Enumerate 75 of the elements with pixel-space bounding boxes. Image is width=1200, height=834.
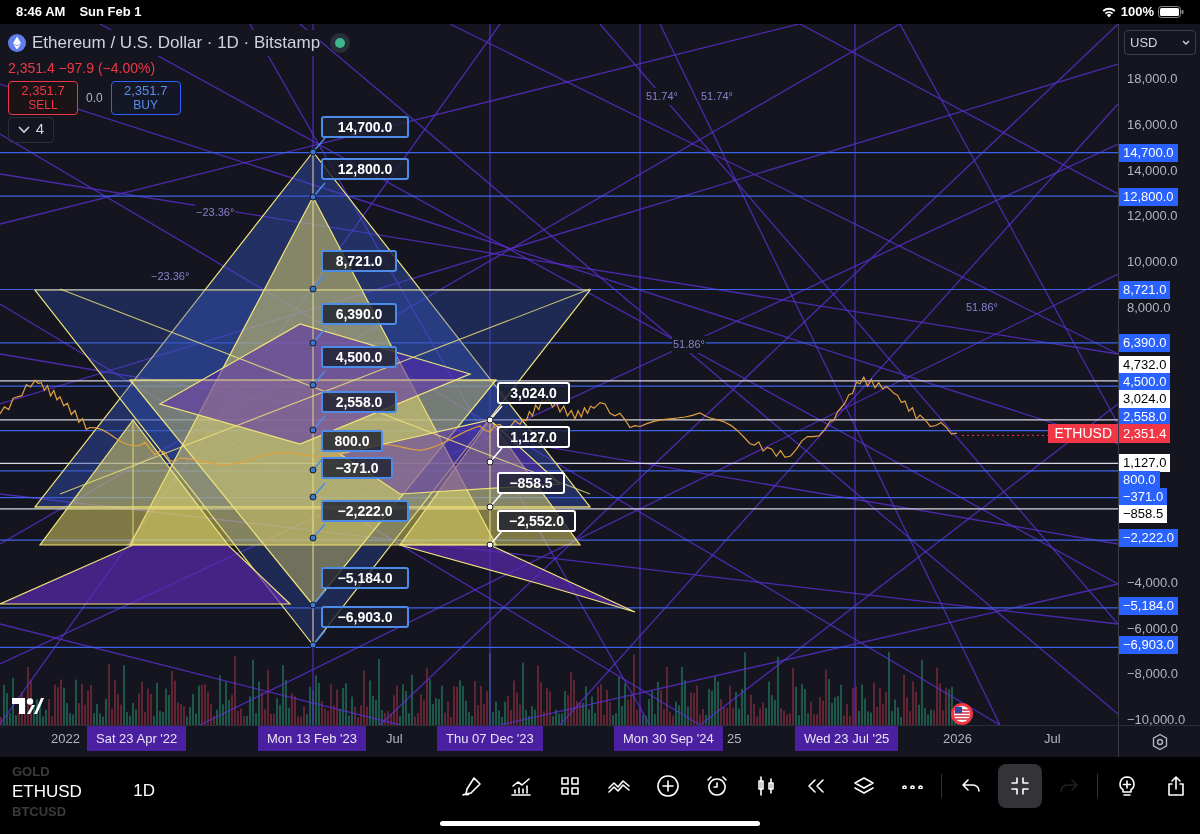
indicators-toggle[interactable]: 4 — [8, 116, 54, 143]
price-axis-label: 12,000.0 — [1127, 207, 1178, 226]
last-price-badge: 2,351.4 — [1119, 424, 1171, 443]
price-level-badge: 800.0 — [1119, 471, 1160, 489]
date-label: Mon 13 Feb '23 — [258, 726, 366, 751]
wifi-icon — [1100, 6, 1117, 18]
price-callout: 800.0 — [321, 430, 383, 452]
battery-percent: 100% — [1120, 3, 1154, 22]
buy-button[interactable]: 2,351.7 BUY — [110, 80, 181, 115]
price-callout: 4,500.0 — [321, 346, 397, 368]
symbol-picker-item[interactable]: ETHUSD — [12, 781, 82, 803]
date-label: Wed 23 Jul '25 — [795, 726, 899, 751]
price-callout: −858.5 — [497, 472, 565, 494]
price-level-badge: 12,800.0 — [1119, 188, 1178, 206]
price-level-badge: −371.0 — [1119, 488, 1168, 506]
chevron-icon — [17, 125, 30, 134]
angle-label: 51.74° — [645, 88, 679, 105]
price-level-badge: −5,184.0 — [1119, 597, 1178, 615]
date-label: Thu 07 Dec '23 — [437, 726, 543, 751]
interval-button[interactable]: 1D — [133, 778, 155, 804]
price-callout: 8,721.0 — [321, 250, 397, 272]
price-level-badge: 1,127.0 — [1119, 454, 1171, 472]
settings-icon[interactable] — [1150, 732, 1169, 751]
price-axis-label: 8,000.0 — [1127, 299, 1171, 317]
price-callout: −2,222.0 — [321, 500, 409, 522]
angle-label: 51.86° — [672, 336, 706, 353]
sell-button[interactable]: 2,351.7 SELL — [8, 80, 78, 115]
time-axis-label: 2022 — [51, 729, 80, 748]
price-axis-label: 16,000.0 — [1127, 115, 1178, 134]
price-level-badge: 8,721.0 — [1119, 281, 1171, 299]
time-axis-label: Jul — [386, 729, 403, 748]
symbol-badge: ETHUSD — [1048, 424, 1118, 443]
price-callout: −2,552.0 — [497, 510, 576, 532]
flag-icon[interactable] — [950, 702, 974, 725]
price-callout: −5,184.0 — [321, 567, 409, 589]
spread-value: 0.0 — [86, 89, 103, 107]
ethereum-icon — [8, 33, 26, 52]
price-change: 2,351.4 −97.9 (−4.00%) — [8, 58, 157, 78]
price-callout: −371.0 — [321, 457, 393, 479]
price-callout: 1,127.0 — [497, 426, 570, 448]
price-callout: 12,800.0 — [321, 158, 409, 180]
price-level-badge: 4,500.0 — [1119, 373, 1171, 391]
time-axis-label: Jul — [1044, 729, 1061, 748]
price-level-badge: −6,903.0 — [1119, 636, 1178, 654]
price-callout: 2,558.0 — [321, 391, 397, 413]
time-axis-label: 2026 — [943, 729, 972, 748]
price-axis-label: 14,000.0 — [1127, 161, 1178, 180]
currency-dropdown[interactable]: USD — [1124, 30, 1196, 55]
date-label: Mon 30 Sep '24 — [614, 726, 723, 751]
price-level-badge: −2,222.0 — [1119, 529, 1178, 547]
collapse-button[interactable] — [997, 764, 1042, 808]
price-callout: −6,903.0 — [321, 606, 409, 628]
date-label: Sat 23 Apr '22 — [87, 726, 187, 751]
status-time: 8:46 AM — [16, 3, 66, 22]
status-date: Sun Feb 1 — [79, 3, 142, 22]
price-axis-label: −10,000.0 — [1127, 711, 1186, 730]
status-dot-icon — [330, 32, 351, 53]
price-callout: 6,390.0 — [321, 303, 397, 325]
price-level-badge: 14,700.0 — [1119, 144, 1178, 162]
logo-icon — [12, 698, 44, 714]
price-level-badge: 3,024.0 — [1119, 390, 1171, 408]
price-axis-label: −8,000.0 — [1127, 665, 1178, 684]
price-axis-label: 10,000.0 — [1127, 253, 1178, 272]
time-axis-label: 25 — [727, 729, 742, 748]
price-level-badge: 6,390.0 — [1119, 334, 1171, 352]
price-axis-label: −6,000.0 — [1127, 619, 1178, 638]
price-callout: 14,700.0 — [321, 116, 409, 138]
symbol-title[interactable]: Ethereum / U.S. Dollar · 1D · Bitstamp — [32, 30, 321, 56]
price-axis-label: 18,000.0 — [1127, 70, 1178, 88]
price-level-badge: 4,732.0 — [1119, 356, 1171, 374]
battery-icon — [1158, 6, 1184, 18]
chevron-icon — [1182, 39, 1190, 46]
price-callout: 3,024.0 — [497, 382, 570, 404]
price-axis-label: −4,000.0 — [1127, 573, 1178, 592]
price-level-badge: −858.5 — [1119, 505, 1168, 523]
